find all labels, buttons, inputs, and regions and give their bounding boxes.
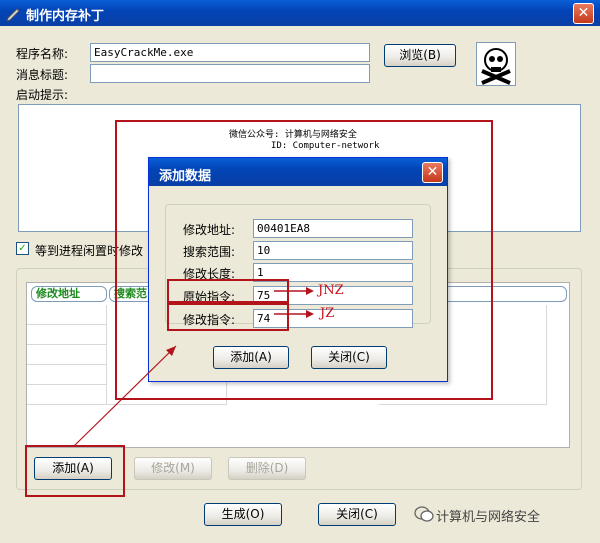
chat-bubble-icon — [414, 506, 434, 522]
pointer-arrow-line — [73, 345, 177, 447]
jnz-annotation: JNZ — [318, 283, 344, 298]
patch-maker-window: 制作内存补丁 ✕ 程序名称: EasyCrackMe.exe 浏览(B) 消息标… — [0, 0, 600, 543]
modified-instr-highlight-box — [167, 303, 289, 331]
jz-arrowhead — [306, 310, 314, 318]
dialog-highlight-box — [115, 120, 493, 400]
jnz-arrowhead — [306, 287, 314, 295]
watermark-text: 计算机与网络安全 — [436, 510, 541, 525]
add-button-highlight-box — [25, 445, 125, 497]
original-instr-highlight-box — [167, 279, 289, 303]
annotation-overlay — [25, 120, 493, 497]
jz-annotation: JZ — [320, 306, 335, 321]
